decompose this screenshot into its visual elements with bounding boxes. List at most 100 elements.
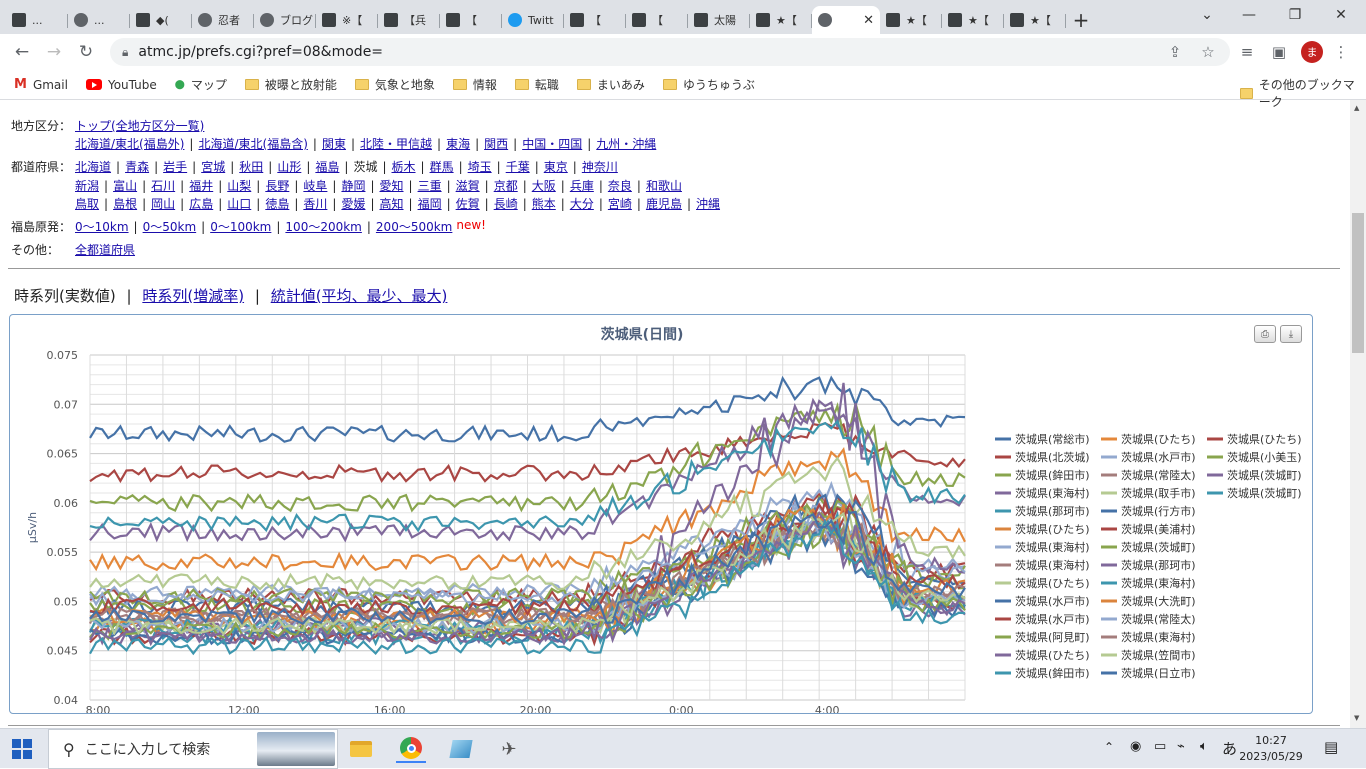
nav-link[interactable]: 愛媛 xyxy=(341,197,365,211)
legend-item[interactable]: 茨城県(東海村) xyxy=(995,558,1090,572)
nav-link[interactable]: 北海道/東北(福島含) xyxy=(198,137,307,151)
tab-6[interactable]: 【兵 xyxy=(378,6,440,34)
ime-indicator[interactable]: あ xyxy=(1222,738,1237,759)
tab-11[interactable]: 太陽 xyxy=(688,6,750,34)
tab-4[interactable]: ブログ xyxy=(254,6,316,34)
nav-link[interactable]: 富山 xyxy=(113,179,137,193)
bookmark-item[interactable]: ⬤ マップ xyxy=(175,76,227,93)
legend-item[interactable]: 茨城県(北茨城) xyxy=(995,450,1090,464)
nav-link[interactable]: 関西 xyxy=(484,137,508,151)
nav-link[interactable]: トップ(全地方区分一覧) xyxy=(75,119,204,133)
tab-10[interactable]: 【 xyxy=(626,6,688,34)
tab-search-icon[interactable]: ⌄ xyxy=(1184,0,1230,30)
legend-item[interactable]: 茨城県(東海村) xyxy=(1101,576,1196,590)
minimize-icon[interactable]: — xyxy=(1226,0,1272,30)
nav-link[interactable]: 石川 xyxy=(151,179,175,193)
legend-item[interactable]: 茨城県(東海村) xyxy=(995,486,1090,500)
legend-item[interactable]: 茨城県(鉾田市) xyxy=(995,468,1090,482)
network-icon[interactable]: ⌁ xyxy=(1177,739,1185,754)
nav-link[interactable]: 大阪 xyxy=(532,179,556,193)
legend-item[interactable]: 茨城県(ひたち) xyxy=(995,522,1090,536)
nav-link[interactable]: 長崎 xyxy=(494,197,518,211)
bookmark-item[interactable]: 情報 xyxy=(452,76,497,93)
print-icon[interactable]: ⎙ xyxy=(1254,325,1276,343)
bookmark-item[interactable]: 被曝と放射能 xyxy=(244,76,337,93)
legend-item[interactable]: 茨城県(ひたち) xyxy=(1207,432,1302,446)
nav-link[interactable]: 岡山 xyxy=(151,197,175,211)
tab-12[interactable]: ★【 xyxy=(750,6,812,34)
legend-item[interactable]: 茨城県(常陸太) xyxy=(1101,612,1196,626)
nav-link[interactable]: 徳島 xyxy=(265,197,289,211)
tab-16[interactable]: ★【 xyxy=(1004,6,1066,34)
reading-list-icon[interactable]: ≡ xyxy=(1236,41,1258,63)
forward-icon[interactable]: → xyxy=(38,36,70,68)
nav-link[interactable]: 北海道/東北(福島外) xyxy=(75,137,184,151)
share-icon[interactable]: ⇪ xyxy=(1164,41,1186,63)
legend-item[interactable]: 茨城県(茨城町) xyxy=(1207,468,1302,482)
battery-icon[interactable]: ▭ xyxy=(1154,739,1166,754)
scrollbar-thumb[interactable] xyxy=(1352,213,1364,353)
tab-3[interactable]: 忍者 xyxy=(192,6,254,34)
nav-link[interactable]: 熊本 xyxy=(532,197,556,211)
windows-start-icon[interactable] xyxy=(12,739,32,759)
tab-2[interactable]: ◆( xyxy=(130,6,192,34)
nav-link[interactable]: 東海 xyxy=(446,137,470,151)
nav-link[interactable]: 関東 xyxy=(322,137,346,151)
nav-link[interactable]: 鹿児島 xyxy=(646,197,682,211)
nav-link[interactable]: 中国・四国 xyxy=(522,137,582,151)
bookmark-item[interactable]: まいあみ xyxy=(576,76,645,93)
nav-link[interactable]: 和歌山 xyxy=(646,179,682,193)
legend-item[interactable]: 茨城県(小美玉) xyxy=(1207,450,1302,464)
mode-link-rate[interactable]: 時系列(増減率) xyxy=(142,287,244,305)
notepad-icon[interactable] xyxy=(446,735,476,763)
nav-link[interactable]: 0～10km xyxy=(75,220,129,234)
legend-item[interactable]: 茨城県(那珂市) xyxy=(995,504,1090,518)
tab-5[interactable]: ※【 xyxy=(316,6,378,34)
legend-item[interactable]: 茨城県(水戸市) xyxy=(995,612,1090,626)
tab-7[interactable]: 【 xyxy=(440,6,502,34)
nav-link[interactable]: 愛知 xyxy=(380,179,404,193)
vertical-scrollbar[interactable]: ▲ ▼ xyxy=(1350,100,1366,728)
tab-1[interactable]: ... xyxy=(68,6,130,34)
nav-link[interactable]: 奈良 xyxy=(608,179,632,193)
tab-15[interactable]: ★【 xyxy=(942,6,1004,34)
back-icon[interactable]: ← xyxy=(6,36,38,68)
notification-icon[interactable]: ▤ xyxy=(1324,738,1338,756)
nav-link[interactable]: 京都 xyxy=(494,179,518,193)
close-tab-icon[interactable]: ✕ xyxy=(863,13,874,28)
bookmark-star-icon[interactable]: ☆ xyxy=(1197,41,1219,63)
legend-item[interactable]: 茨城県(ひたち) xyxy=(995,648,1090,662)
profile-avatar[interactable]: ま xyxy=(1301,41,1323,63)
chrome-icon[interactable] xyxy=(396,735,426,763)
nav-link[interactable]: 沖縄 xyxy=(696,197,720,211)
legend-item[interactable]: 茨城県(水戸市) xyxy=(995,594,1090,608)
tab-8[interactable]: Twitt xyxy=(502,6,564,34)
side-panel-icon[interactable]: ▣ xyxy=(1268,41,1290,63)
legend-item[interactable]: 茨城県(取手市) xyxy=(1101,486,1196,500)
nav-link[interactable]: 岩手 xyxy=(163,160,187,174)
nav-link[interactable]: 滋賀 xyxy=(456,179,480,193)
bookmark-item[interactable]: YouTube xyxy=(85,78,157,92)
bookmark-item[interactable]: M Gmail xyxy=(14,77,68,92)
legend-item[interactable]: 茨城県(常陸太) xyxy=(1101,468,1196,482)
tray-chevron-icon[interactable]: ⌃ xyxy=(1104,740,1114,754)
nav-link[interactable]: 100～200km xyxy=(285,220,361,234)
nav-link[interactable]: 0～100km xyxy=(210,220,271,234)
nav-link[interactable]: 高知 xyxy=(380,197,404,211)
restore-icon[interactable]: ❐ xyxy=(1272,0,1318,30)
scroll-up-icon[interactable]: ▲ xyxy=(1354,104,1359,112)
nav-link[interactable]: 鳥取 xyxy=(75,197,99,211)
legend-item[interactable]: 茨城県(東海村) xyxy=(995,540,1090,554)
nav-link[interactable]: 宮城 xyxy=(201,160,225,174)
nav-link[interactable]: 千葉 xyxy=(506,160,530,174)
nav-link[interactable]: 新潟 xyxy=(75,179,99,193)
reload-icon[interactable]: ↻ xyxy=(70,36,102,68)
tab-13[interactable]: ✕ xyxy=(812,6,880,34)
scroll-down-icon[interactable]: ▼ xyxy=(1354,714,1359,722)
bookmark-item[interactable]: 気象と地象 xyxy=(354,76,435,93)
tray-app-icon[interactable]: ◉ xyxy=(1130,739,1141,754)
nav-link[interactable]: 長野 xyxy=(265,179,289,193)
nav-link[interactable]: 大分 xyxy=(570,197,594,211)
airplane-app-icon[interactable]: ✈ xyxy=(494,735,524,763)
bookmark-item[interactable]: ゆうちゅうぶ xyxy=(662,76,755,93)
